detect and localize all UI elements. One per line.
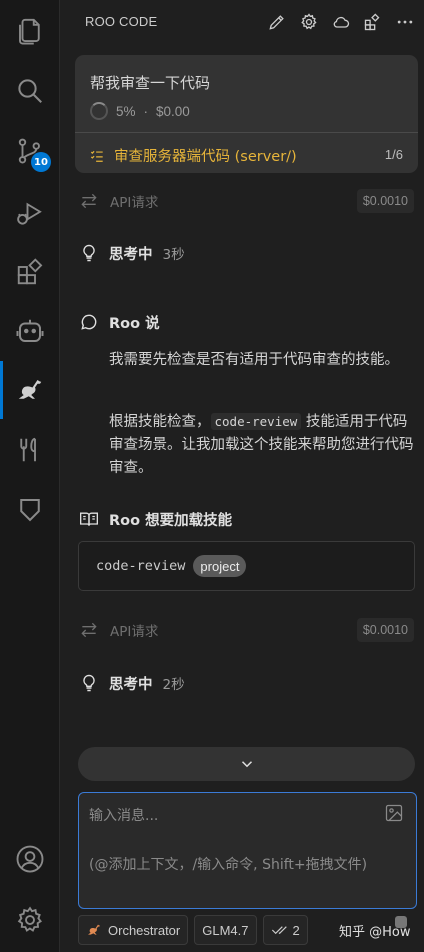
thinking-label: 思考中 2秒 — [109, 676, 185, 693]
roo-says-header: Roo 说 — [60, 308, 424, 336]
gear-icon — [301, 13, 317, 30]
load-skill-label: Roo 想要加载技能 — [109, 512, 233, 529]
api-request-label: API请求 — [110, 624, 159, 640]
task-card[interactable]: 帮我审查一下代码 5% · $0.00 审查服务器端代码 (server/) 1… — [75, 55, 418, 173]
book-icon — [80, 512, 98, 526]
api-request-label: API请求 — [110, 195, 159, 211]
skill-name: code-review — [96, 558, 186, 574]
chat-input-placeholder: 输入消息... — [89, 808, 159, 824]
progress-spinner-icon — [90, 102, 108, 120]
source-control-button[interactable]: 10 — [0, 122, 60, 180]
thinking-row[interactable]: 思考中 2秒 — [60, 669, 424, 697]
header-actions — [266, 10, 416, 34]
search-icon — [18, 79, 42, 103]
settings-gear-icon — [17, 906, 42, 932]
model-label: GLM4.7 — [202, 922, 249, 938]
api-request-cost: $0.0010 — [356, 189, 414, 213]
marketplace-button[interactable] — [362, 10, 384, 34]
api-request-cost: $0.0010 — [356, 618, 414, 642]
roo-message-para-1: 我需要先检查是否有适用于代码审查的技能。 — [109, 352, 399, 368]
chat-input-hint: (@添加上下文，/输入命令, Shift+拖拽文件) — [89, 857, 368, 873]
subtask-count: 1/6 — [384, 147, 403, 162]
mode-label: Orchestrator — [108, 922, 181, 938]
model-selector[interactable]: GLM4.7 — [194, 915, 257, 945]
account-icon — [16, 845, 44, 873]
search-button[interactable] — [0, 62, 60, 120]
lightbulb-icon — [83, 674, 95, 692]
roo-says-label: Roo 说 — [109, 315, 160, 332]
activity-bar: 10 — [0, 0, 60, 952]
robot-icon — [16, 319, 44, 342]
swap-arrows-icon — [81, 193, 97, 209]
scroll-to-bottom-button[interactable] — [78, 747, 415, 781]
checklist-icon — [90, 150, 103, 162]
kangaroo-icon — [18, 380, 42, 399]
cloud-icon — [333, 16, 350, 28]
image-icon[interactable] — [384, 803, 404, 823]
chat-input[interactable]: 输入消息... (@添加上下文，/输入命令, Shift+拖拽文件) — [78, 792, 417, 909]
api-request-row[interactable]: API请求 $0.0010 — [60, 186, 424, 216]
scroll-fade — [60, 732, 424, 746]
double-check-icon — [271, 926, 287, 935]
subtask-label: 审查服务器端代码 (server/) — [114, 149, 297, 165]
task-progress-percent: 5% — [116, 103, 136, 119]
cloud-button[interactable] — [330, 10, 352, 34]
new-task-button[interactable] — [266, 10, 288, 34]
task-title: 帮我审查一下代码 — [90, 74, 211, 92]
files-icon — [19, 18, 40, 45]
mode-selector[interactable]: Orchestrator — [78, 915, 189, 945]
roo-code-button[interactable] — [0, 361, 60, 419]
lightbulb-icon — [83, 244, 95, 262]
auto-approve-count: 2 — [292, 922, 300, 938]
skill-box[interactable]: code-review project — [78, 541, 415, 591]
auto-approve-button[interactable]: 2 — [262, 915, 308, 945]
thinking-duration: 3秒 — [162, 246, 185, 263]
utensils-icon — [20, 437, 36, 462]
thinking-label: 思考中 3秒 — [109, 246, 185, 263]
load-skill-header: Roo 想要加载技能 — [60, 505, 424, 533]
inline-code: code-review — [210, 413, 302, 430]
source-control-badge: 10 — [31, 152, 51, 172]
marketplace-icon — [364, 13, 380, 31]
indicator-icon — [395, 916, 407, 928]
settings-button[interactable] — [298, 10, 320, 34]
more-icon — [397, 20, 413, 24]
task-separator: · — [143, 103, 149, 119]
panel-title: ROO CODE — [85, 14, 158, 29]
roo-code-panel: ROO CODE 帮我审查一下代码 5% · $0.00 审查服务器端代码 (s… — [60, 0, 424, 952]
api-request-row[interactable]: API请求 $0.0010 — [60, 615, 424, 645]
extensions-icon — [17, 258, 43, 285]
pencil-icon — [269, 15, 284, 30]
more-button[interactable] — [394, 10, 416, 34]
thinking-row[interactable]: 思考中 3秒 — [60, 239, 424, 267]
utensils-button[interactable] — [0, 421, 60, 479]
swap-arrows-icon — [81, 622, 97, 638]
skill-scope-tag: project — [193, 555, 247, 577]
kangaroo-icon — [88, 924, 100, 935]
subtask-item[interactable]: 审查服务器端代码 (server/) 1/6 — [90, 145, 403, 166]
robot-button[interactable] — [0, 302, 60, 360]
explorer-button[interactable] — [0, 2, 60, 60]
chevron-down-icon — [241, 761, 252, 768]
task-cost: $0.00 — [156, 103, 190, 119]
run-debug-button[interactable] — [0, 184, 60, 242]
bottom-toolbar: Orchestrator GLM4.7 2 — [78, 915, 308, 945]
account-button[interactable] — [0, 830, 60, 888]
roo-message-para-2: 根据技能检查， code-review 技能适用于代码审查场景。让我加载这个技能来… — [109, 413, 414, 476]
task-divider — [75, 132, 418, 133]
panel-header: ROO CODE — [60, 0, 424, 46]
task-progress: 5% · $0.00 — [90, 102, 190, 120]
shield-icon — [20, 499, 40, 522]
chat-bubble-icon — [81, 314, 97, 330]
extensions-button[interactable] — [0, 243, 60, 301]
shield-button[interactable] — [0, 481, 60, 539]
run-debug-icon — [17, 202, 42, 225]
manage-button[interactable] — [0, 891, 60, 949]
thinking-duration: 2秒 — [162, 676, 185, 693]
